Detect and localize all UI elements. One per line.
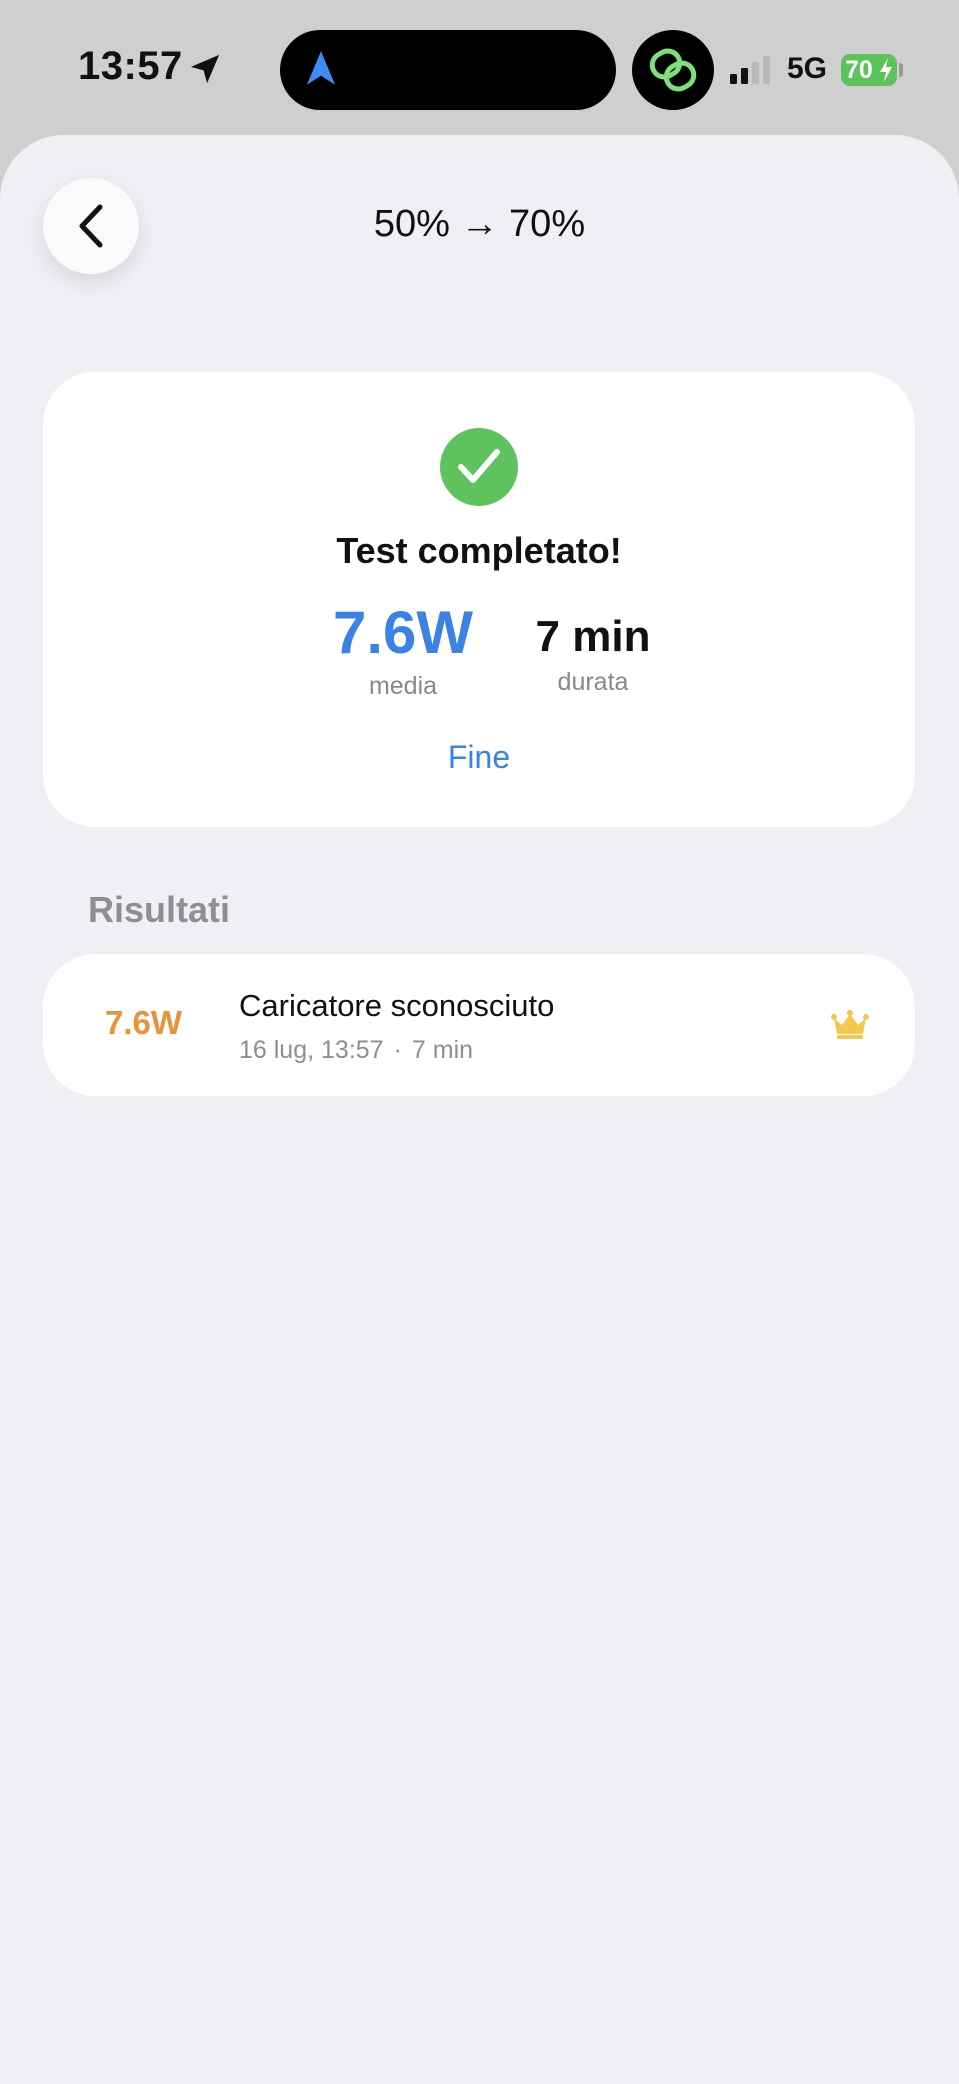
result-watts: 7.6W xyxy=(105,1004,183,1041)
link-icon xyxy=(649,48,697,92)
result-meta: 16 lug, 13:57 · 7 min xyxy=(239,1036,473,1065)
result-date: 16 lug, 13:57 xyxy=(239,1036,384,1064)
location-arrow-icon xyxy=(190,54,220,84)
average-power-label: media xyxy=(368,672,438,700)
status-bar: 13:57 5G 70 xyxy=(0,0,959,135)
navigation-arrow-icon xyxy=(306,51,336,85)
result-duration: 7 min xyxy=(411,1036,474,1064)
duration-label: durata xyxy=(557,668,629,696)
battery-icon: 70 xyxy=(841,54,897,86)
test-result-card: Test completato! 7.6W media 7 min durata… xyxy=(43,372,915,827)
list-item[interactable]: 7.6W Caricatore sconosciuto 16 lug, 13:5… xyxy=(43,954,915,1096)
duration-value: 7 min xyxy=(535,612,651,661)
battery-cap xyxy=(899,63,903,77)
completion-heading: Test completato! xyxy=(336,530,622,571)
status-time: 13:57 xyxy=(78,44,183,88)
average-power-metric: 7.6W media xyxy=(313,600,493,701)
success-badge xyxy=(440,428,518,506)
network-type: 5G xyxy=(787,52,828,85)
average-power-value: 7.6W xyxy=(332,599,474,666)
battery-level: 70 xyxy=(845,56,873,84)
charging-bolt-icon xyxy=(880,58,892,82)
crown-icon xyxy=(831,1010,869,1039)
results-sheet: 50% → 70% Test completato! 7.6W media 7 … xyxy=(0,135,959,2084)
meta-separator: · xyxy=(393,1036,402,1064)
duration-metric: 7 min durata xyxy=(513,612,673,697)
results-section-header: Risultati xyxy=(88,889,231,930)
link-activity-bubble[interactable] xyxy=(632,30,714,110)
signal-icon xyxy=(730,56,770,84)
charger-name: Caricatore sconosciuto xyxy=(239,988,555,1023)
page-title: 50% → 70% xyxy=(373,203,586,245)
done-button[interactable]: Fine xyxy=(379,732,579,782)
checkmark-icon xyxy=(458,449,500,483)
